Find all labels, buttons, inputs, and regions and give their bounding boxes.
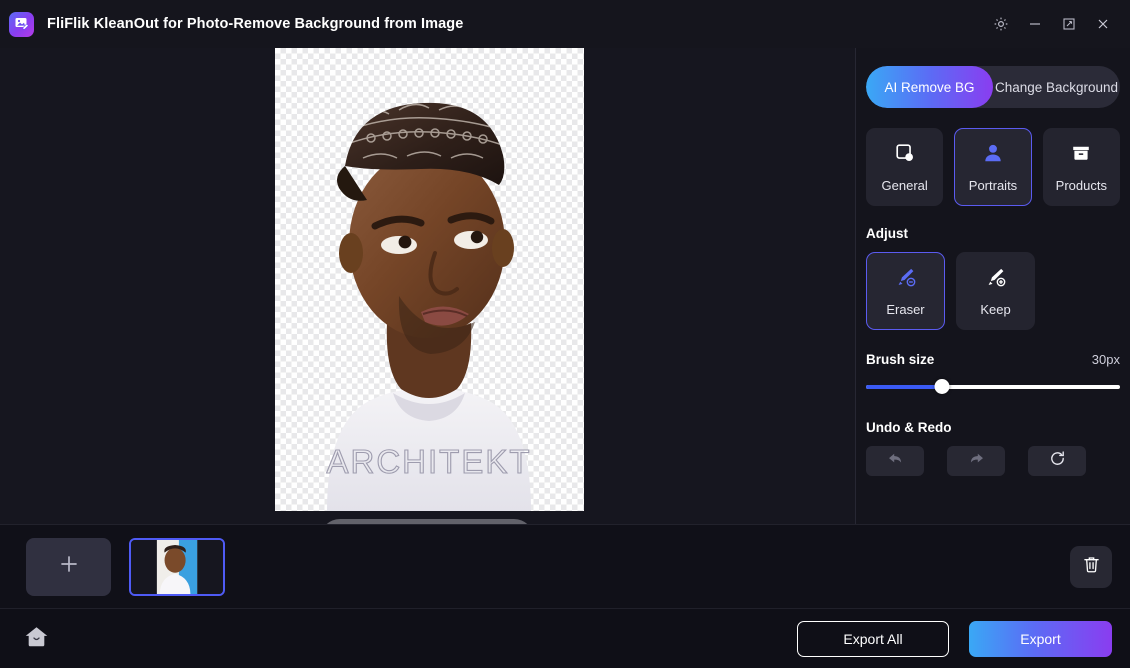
category-portraits-label: Portraits [969,178,1017,193]
tool-eraser-label: Eraser [886,302,924,317]
mode-tab-group: AI Remove BG Change Background [866,66,1120,108]
category-general-label: General [882,178,928,193]
category-general[interactable]: General [866,128,943,206]
person-icon [982,142,1004,169]
export-button[interactable]: Export [969,621,1112,657]
title-bar: FliFlik KleanOut for Photo-Remove Backgr… [0,0,1130,48]
adjust-tools-row: Eraser Keep [866,252,1120,330]
undo-button[interactable] [866,446,924,476]
thumbnail-preview [131,540,223,594]
reset-button[interactable] [1028,446,1086,476]
brush-plus-icon [984,265,1008,294]
home-button[interactable] [16,619,56,659]
reset-circular-icon [1048,449,1067,473]
tab-ai-remove-bg[interactable]: AI Remove BG [866,66,993,108]
adjust-section-title: Adjust [866,226,1120,241]
window-controls [984,7,1120,41]
category-products-label: Products [1056,178,1107,193]
minimize-icon[interactable] [1018,7,1052,41]
add-image-button[interactable] [26,538,111,596]
tools-side-panel: AI Remove BG Change Background General [856,48,1130,524]
redo-arrow-icon [967,449,986,473]
brush-size-label: Brush size [866,352,934,367]
close-icon[interactable] [1086,7,1120,41]
history-section-title: Undo & Redo [866,420,1120,435]
tool-eraser[interactable]: Eraser [866,252,945,330]
svg-text:ARCHITEKT: ARCHITEKT [326,443,531,480]
slider-thumb[interactable] [935,379,950,394]
home-icon [23,623,50,655]
category-portraits[interactable]: Portraits [954,128,1031,206]
redo-button[interactable] [947,446,1005,476]
slider-fill [866,385,942,389]
footer-actions: Export All Export [797,621,1112,657]
app-photo-logo-icon [9,12,34,37]
plus-icon [57,552,81,581]
undo-arrow-icon [886,449,905,473]
application-window: FliFlik KleanOut for Photo-Remove Backgr… [0,0,1130,668]
portrait-image: ARCHITEKT [275,48,584,511]
brush-size-value: 30px [1092,352,1120,367]
tab-change-background[interactable]: Change Background [993,66,1120,108]
footer-bar: Export All Export [0,608,1130,668]
tool-keep[interactable]: Keep [956,252,1035,330]
category-row: General Portraits [866,128,1120,206]
image-canvas[interactable]: ARCHITEKT [275,48,584,511]
box-icon [1070,142,1092,169]
history-buttons-row [866,446,1120,476]
brush-size-header: Brush size 30px [866,352,1120,367]
window-title: FliFlik KleanOut for Photo-Remove Backgr… [47,16,463,32]
canvas-area[interactable]: ARCHITEKT [0,48,856,524]
restore-down-icon[interactable] [1052,7,1086,41]
thumbnail-item[interactable] [129,538,225,596]
export-all-button[interactable]: Export All [797,621,949,657]
tool-keep-label: Keep [980,302,1010,317]
brush-size-slider[interactable] [866,380,1120,394]
brush-minus-icon [894,265,918,294]
general-shape-icon [894,142,916,169]
thumbnail-strip [0,524,1130,608]
trash-icon [1081,554,1102,580]
gear-icon[interactable] [984,7,1018,41]
delete-image-button[interactable] [1070,546,1112,588]
main-body: ARCHITEKT [0,48,1130,524]
category-products[interactable]: Products [1043,128,1120,206]
